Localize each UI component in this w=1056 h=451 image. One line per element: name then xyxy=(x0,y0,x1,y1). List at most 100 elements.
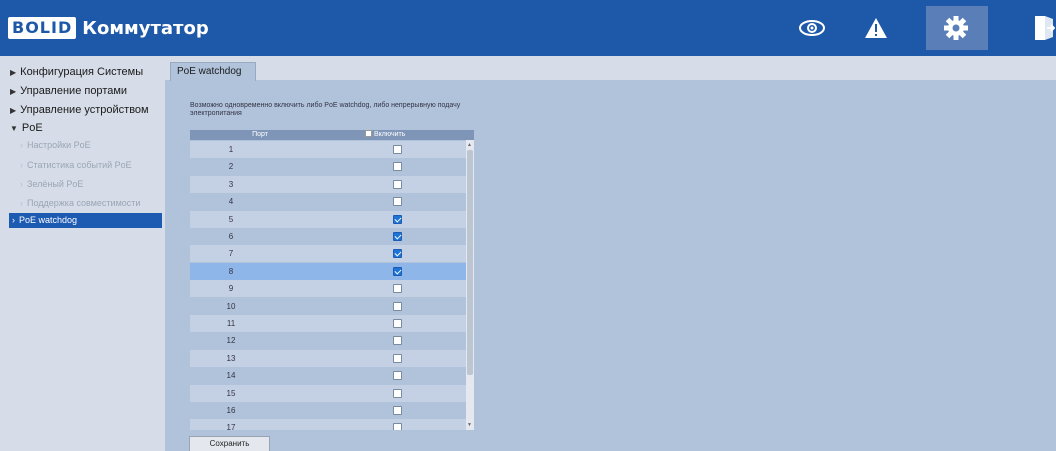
enable-checkbox[interactable] xyxy=(393,336,402,346)
column-header-port: Порт xyxy=(252,131,268,138)
enable-checkbox[interactable] xyxy=(393,371,402,381)
description-text: Возможно одновременно включить либо PoE … xyxy=(190,102,461,117)
table-row[interactable]: 13 xyxy=(190,349,466,367)
table-row[interactable]: 12 xyxy=(190,332,466,350)
sidebar: ▶ Конфигурация Системы ▶ Управление портам… xyxy=(0,56,165,451)
enable-checkbox[interactable] xyxy=(393,179,402,189)
enable-checkbox[interactable] xyxy=(393,232,402,241)
port-number: 4 xyxy=(228,197,234,207)
enable-checkbox[interactable] xyxy=(393,214,402,224)
enable-checkbox[interactable] xyxy=(393,145,402,154)
subnav-poe-settings[interactable]: › Настройки PoE xyxy=(20,140,91,150)
table-row[interactable]: 3 xyxy=(190,175,466,193)
port-number: 14 xyxy=(226,371,236,381)
table-scrollbar[interactable]: ▲ ▼ xyxy=(466,140,474,430)
subnav-green-poe[interactable]: › Зелёный PoE xyxy=(20,179,83,189)
chevron-right-icon: › xyxy=(20,140,23,150)
scroll-up-icon[interactable]: ▲ xyxy=(467,142,472,148)
port-number: 9 xyxy=(228,284,234,294)
port-number: 1 xyxy=(228,145,234,154)
enable-checkbox[interactable] xyxy=(393,319,402,328)
port-number: 7 xyxy=(228,249,234,259)
logo: BOLID Коммутатор xyxy=(8,17,209,39)
tab-poe-watchdog[interactable]: PoE watchdog xyxy=(170,62,256,81)
table-row[interactable]: 4 xyxy=(190,193,466,211)
expand-arrow-icon: ▶ xyxy=(10,106,17,115)
nav-label: Управление устройством xyxy=(20,104,149,116)
chevron-right-icon: › xyxy=(12,215,15,225)
collapse-arrow-icon: ▼ xyxy=(10,124,18,133)
port-number: 17 xyxy=(226,423,236,430)
enable-checkbox[interactable] xyxy=(393,388,402,398)
subnav-poe-event-stats[interactable]: › Статистика событий PoE xyxy=(20,160,132,170)
nav-poe[interactable]: ▼ PoE xyxy=(10,122,43,134)
port-number: 2 xyxy=(228,162,234,172)
nav-label: PoE xyxy=(21,122,43,134)
port-number: 15 xyxy=(226,388,236,398)
chevron-right-icon: › xyxy=(20,160,23,170)
enable-checkbox[interactable] xyxy=(393,197,402,207)
table-row[interactable]: 17 xyxy=(190,419,466,430)
table-row[interactable]: 10 xyxy=(190,297,466,315)
table-row[interactable]: 8 xyxy=(190,262,466,280)
scroll-down-icon[interactable]: ▼ xyxy=(467,422,472,428)
expand-arrow-icon: ▶ xyxy=(10,68,17,77)
port-number: 16 xyxy=(226,406,236,415)
table-row[interactable]: 2 xyxy=(190,158,466,176)
column-header-enable: Включить xyxy=(365,130,465,140)
table-row[interactable]: 16 xyxy=(190,402,466,419)
enable-checkbox[interactable] xyxy=(393,423,402,430)
table-row[interactable]: 11 xyxy=(190,315,466,332)
gear-icon[interactable] xyxy=(940,12,972,44)
ports-table: Порт Включить 1 2 3 4 5 6 7 8 9 10 11 12 13 14 15 16 17 … xyxy=(190,130,474,430)
subnav-label: Зелёный PoE xyxy=(27,179,84,189)
port-number: 12 xyxy=(226,336,236,346)
enable-checkbox[interactable] xyxy=(393,162,402,172)
logo-brand: BOLID xyxy=(8,17,77,39)
chevron-right-icon: › xyxy=(20,179,23,189)
warning-icon[interactable] xyxy=(860,12,892,44)
port-number: 8 xyxy=(228,266,234,276)
nav-port-management[interactable]: ▶ Управление портами xyxy=(10,85,127,97)
column-header-enable-label: Включить xyxy=(374,131,406,138)
port-number: 5 xyxy=(228,214,234,224)
subnav-label: Поддержка совместимости xyxy=(27,198,141,208)
table-row[interactable]: 9 xyxy=(190,280,466,298)
subnav-label: Настройки PoE xyxy=(27,140,91,150)
scroll-thumb[interactable] xyxy=(467,150,473,375)
expand-arrow-icon: ▶ xyxy=(10,87,17,96)
nav-system-config[interactable]: ▶ Конфигурация Системы xyxy=(10,66,143,78)
tab-bar: PoE watchdog xyxy=(165,56,1056,81)
enable-checkbox[interactable] xyxy=(393,266,402,276)
enable-checkbox[interactable] xyxy=(393,249,402,259)
port-number: 3 xyxy=(228,179,234,189)
table-row[interactable]: 15 xyxy=(190,384,466,402)
nav-label: Управление портами xyxy=(20,85,128,97)
subnav-compat-support[interactable]: › Поддержка совместимости xyxy=(20,198,140,208)
select-all-checkbox[interactable] xyxy=(365,130,372,137)
logout-icon[interactable] xyxy=(1028,12,1056,44)
table-row[interactable]: 14 xyxy=(190,367,466,385)
enable-checkbox[interactable] xyxy=(393,406,402,415)
port-number: 13 xyxy=(226,353,236,363)
enable-checkbox[interactable] xyxy=(393,353,402,363)
table-row[interactable]: 5 xyxy=(190,210,466,228)
subnav-label: Статистика событий PoE xyxy=(27,160,132,170)
subnav-label: PoE watchdog xyxy=(19,215,78,225)
enable-checkbox[interactable] xyxy=(393,284,402,294)
table-header: Порт Включить xyxy=(190,130,474,140)
save-button[interactable]: Сохранить xyxy=(189,436,270,451)
port-number: 10 xyxy=(226,301,236,311)
subnav-poe-watchdog[interactable]: › PoE watchdog xyxy=(9,213,162,228)
table-row[interactable]: 7 xyxy=(190,245,466,263)
app-title: Коммутатор xyxy=(82,17,209,39)
chevron-right-icon: › xyxy=(20,198,23,208)
nav-label: Конфигурация Системы xyxy=(20,66,144,78)
table-row[interactable]: 1 xyxy=(190,141,466,158)
port-number: 11 xyxy=(226,319,236,328)
eye-icon[interactable] xyxy=(796,12,828,44)
port-number: 6 xyxy=(228,232,234,241)
nav-device-management[interactable]: ▶ Управление устройством xyxy=(10,104,149,116)
enable-checkbox[interactable] xyxy=(393,301,402,311)
table-row[interactable]: 6 xyxy=(190,228,466,245)
